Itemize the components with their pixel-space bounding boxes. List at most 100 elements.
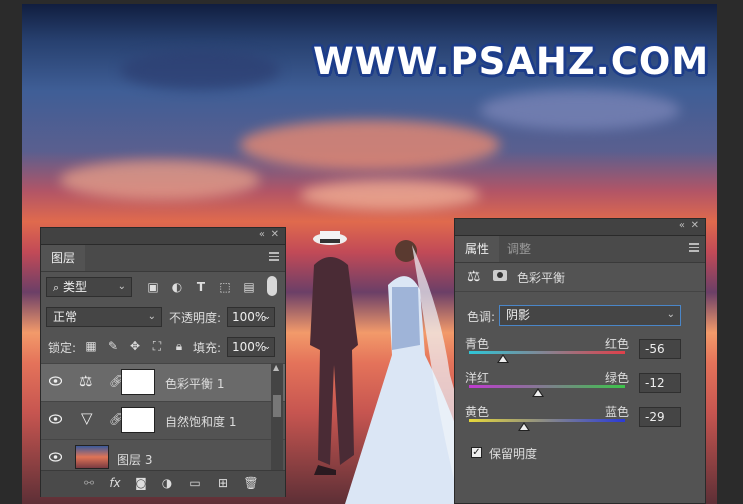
close-icon[interactable]: ✕: [271, 229, 279, 240]
eye-icon[interactable]: [49, 376, 62, 386]
tone-value: 阴影: [506, 308, 531, 322]
blend-mode-dropdown[interactable]: 正常 ⌄: [46, 307, 162, 327]
lock-label: 锁定:: [48, 341, 77, 355]
yellow-blue-slider[interactable]: [469, 419, 625, 422]
balance-icon: ⚖: [467, 267, 481, 285]
layer-name[interactable]: 图层 3: [117, 451, 152, 468]
adjustment-title: 色彩平衡: [517, 271, 566, 285]
layer-image-thumbnail[interactable]: [75, 445, 109, 469]
panel-menu-icon[interactable]: [269, 252, 279, 261]
tone-label: 色调:: [467, 310, 496, 324]
watermark-text: WWW.PSAHZ.COM: [313, 40, 710, 83]
filter-adjustment-icon[interactable]: ◐: [169, 279, 185, 295]
eye-icon[interactable]: [49, 452, 62, 462]
cloud: [480, 90, 680, 130]
chevron-down-icon: ⌄: [263, 312, 271, 322]
layer-filter-dropdown[interactable]: ⌕ 类型 ⌄: [46, 277, 132, 297]
preserve-luminosity-label: 保留明度: [489, 447, 538, 461]
preserve-luminosity-checkbox[interactable]: ✓: [471, 447, 482, 458]
cloud: [60, 160, 260, 200]
lock-transparent-icon[interactable]: ▦: [83, 338, 99, 354]
lock-position-icon[interactable]: ✥: [127, 338, 143, 354]
collapse-icon[interactable]: «: [259, 229, 265, 240]
cyan-red-value[interactable]: -56: [639, 339, 681, 359]
properties-tab-row: 属性 调整: [455, 236, 705, 263]
layer-mask-thumbnail[interactable]: [121, 407, 155, 433]
search-icon: ⌕: [53, 281, 60, 294]
panel-menu-icon[interactable]: [689, 243, 699, 252]
slider-right-label: 蓝色: [605, 405, 630, 419]
opacity-value: 100%: [232, 310, 267, 324]
chevron-down-icon: ⌄: [147, 311, 156, 322]
fill-label: 填充:: [193, 341, 222, 355]
layers-panel-header: « ✕: [41, 228, 285, 245]
lock-all-icon[interactable]: 🔒︎: [171, 338, 187, 354]
properties-panel: « ✕ 属性 调整 ⚖ 色彩平衡 色调: 阴影 ⌄ 青色 红色 -56 洋红 绿…: [454, 218, 706, 504]
filter-toggle-icon[interactable]: [267, 276, 277, 296]
balance-icon: ⚖: [79, 372, 93, 390]
new-adjustment-icon[interactable]: ◑: [159, 475, 175, 491]
slider-right-label: 红色: [605, 337, 630, 351]
cloud: [240, 120, 500, 170]
link-layers-icon[interactable]: ⚯: [81, 475, 97, 491]
fill-field[interactable]: 100% ⌄: [227, 337, 275, 357]
layer-row-image[interactable]: 图层 3: [41, 439, 285, 470]
scrollbar-thumb[interactable]: [273, 395, 281, 417]
chevron-down-icon: ⌄: [117, 281, 126, 292]
layer-row-vibrance[interactable]: ▽ 🔗︎ 自然饱和度 1: [41, 401, 285, 439]
fx-icon[interactable]: fx: [107, 475, 123, 491]
new-layer-icon[interactable]: ⊞: [215, 475, 231, 491]
blend-mode-value: 正常: [53, 310, 78, 324]
magenta-green-slider[interactable]: [469, 385, 625, 388]
yellow-blue-value[interactable]: -29: [639, 407, 681, 427]
cloud: [120, 50, 280, 90]
opacity-field[interactable]: 100% ⌄: [227, 307, 275, 327]
vibrance-icon: ▽: [81, 409, 93, 427]
slider-left-label: 洋红: [465, 371, 490, 385]
collapse-icon[interactable]: «: [679, 220, 685, 231]
cloud: [300, 180, 480, 210]
opacity-label: 不透明度:: [169, 311, 222, 325]
filter-type-icon[interactable]: T: [193, 279, 209, 295]
tab-adjustments[interactable]: 调整: [497, 236, 541, 262]
mask-icon[interactable]: [493, 270, 507, 281]
eye-icon[interactable]: [49, 414, 62, 424]
trash-icon[interactable]: 🗑︎: [243, 475, 259, 491]
fill-value: 100%: [232, 340, 267, 354]
filter-smartobject-icon[interactable]: ▤: [241, 279, 257, 295]
layer-name[interactable]: 色彩平衡 1: [165, 375, 224, 392]
layers-panel: « ✕ 图层 ⌕ 类型 ⌄ ▣ ◐ T ⬚ ▤ 正常 ⌄ 不透明度: 100% …: [40, 227, 286, 497]
filter-pixel-icon[interactable]: ▣: [145, 279, 161, 295]
top-border: [0, 0, 743, 4]
close-icon[interactable]: ✕: [691, 220, 699, 231]
layer-name[interactable]: 自然饱和度 1: [165, 413, 236, 430]
tab-properties[interactable]: 属性: [455, 236, 500, 262]
layer-mask-thumbnail[interactable]: [121, 369, 155, 395]
add-mask-icon[interactable]: ◙: [133, 475, 149, 491]
slider-left-label: 青色: [465, 337, 490, 351]
lock-image-icon[interactable]: ✎: [105, 338, 121, 354]
lock-artboard-icon[interactable]: ⛶: [149, 338, 165, 354]
scroll-up-icon[interactable]: ▲: [273, 363, 279, 372]
cyan-red-slider[interactable]: [469, 351, 625, 354]
layers-tab-row: 图层: [41, 245, 285, 272]
slider-knob[interactable]: [497, 354, 510, 363]
tab-layers[interactable]: 图层: [41, 245, 86, 271]
adjustment-header: ⚖ 色彩平衡: [455, 263, 705, 292]
magenta-green-value[interactable]: -12: [639, 373, 681, 393]
slider-left-label: 黄色: [465, 405, 490, 419]
filter-shape-icon[interactable]: ⬚: [217, 279, 233, 295]
slider-right-label: 绿色: [605, 371, 630, 385]
layer-list: ⚖ 🔗︎ 色彩平衡 1 ▽ 🔗︎ 自然饱和度 1 图层 3: [41, 363, 285, 470]
layers-bottom-bar: ⚯ fx ◙ ◑ ▭ ⊞ 🗑︎: [41, 470, 285, 497]
new-group-icon[interactable]: ▭: [187, 475, 203, 491]
slider-knob[interactable]: [518, 422, 531, 431]
layer-row-color-balance[interactable]: ⚖ 🔗︎ 色彩平衡 1: [41, 363, 285, 401]
properties-panel-header: « ✕: [455, 219, 705, 236]
chevron-down-icon: ⌄: [263, 342, 271, 352]
slider-knob[interactable]: [531, 388, 544, 397]
tone-dropdown[interactable]: 阴影 ⌄: [499, 305, 681, 326]
layers-scrollbar[interactable]: ▲: [271, 363, 283, 470]
chevron-down-icon: ⌄: [666, 309, 675, 320]
layer-filter-value: 类型: [63, 280, 88, 294]
